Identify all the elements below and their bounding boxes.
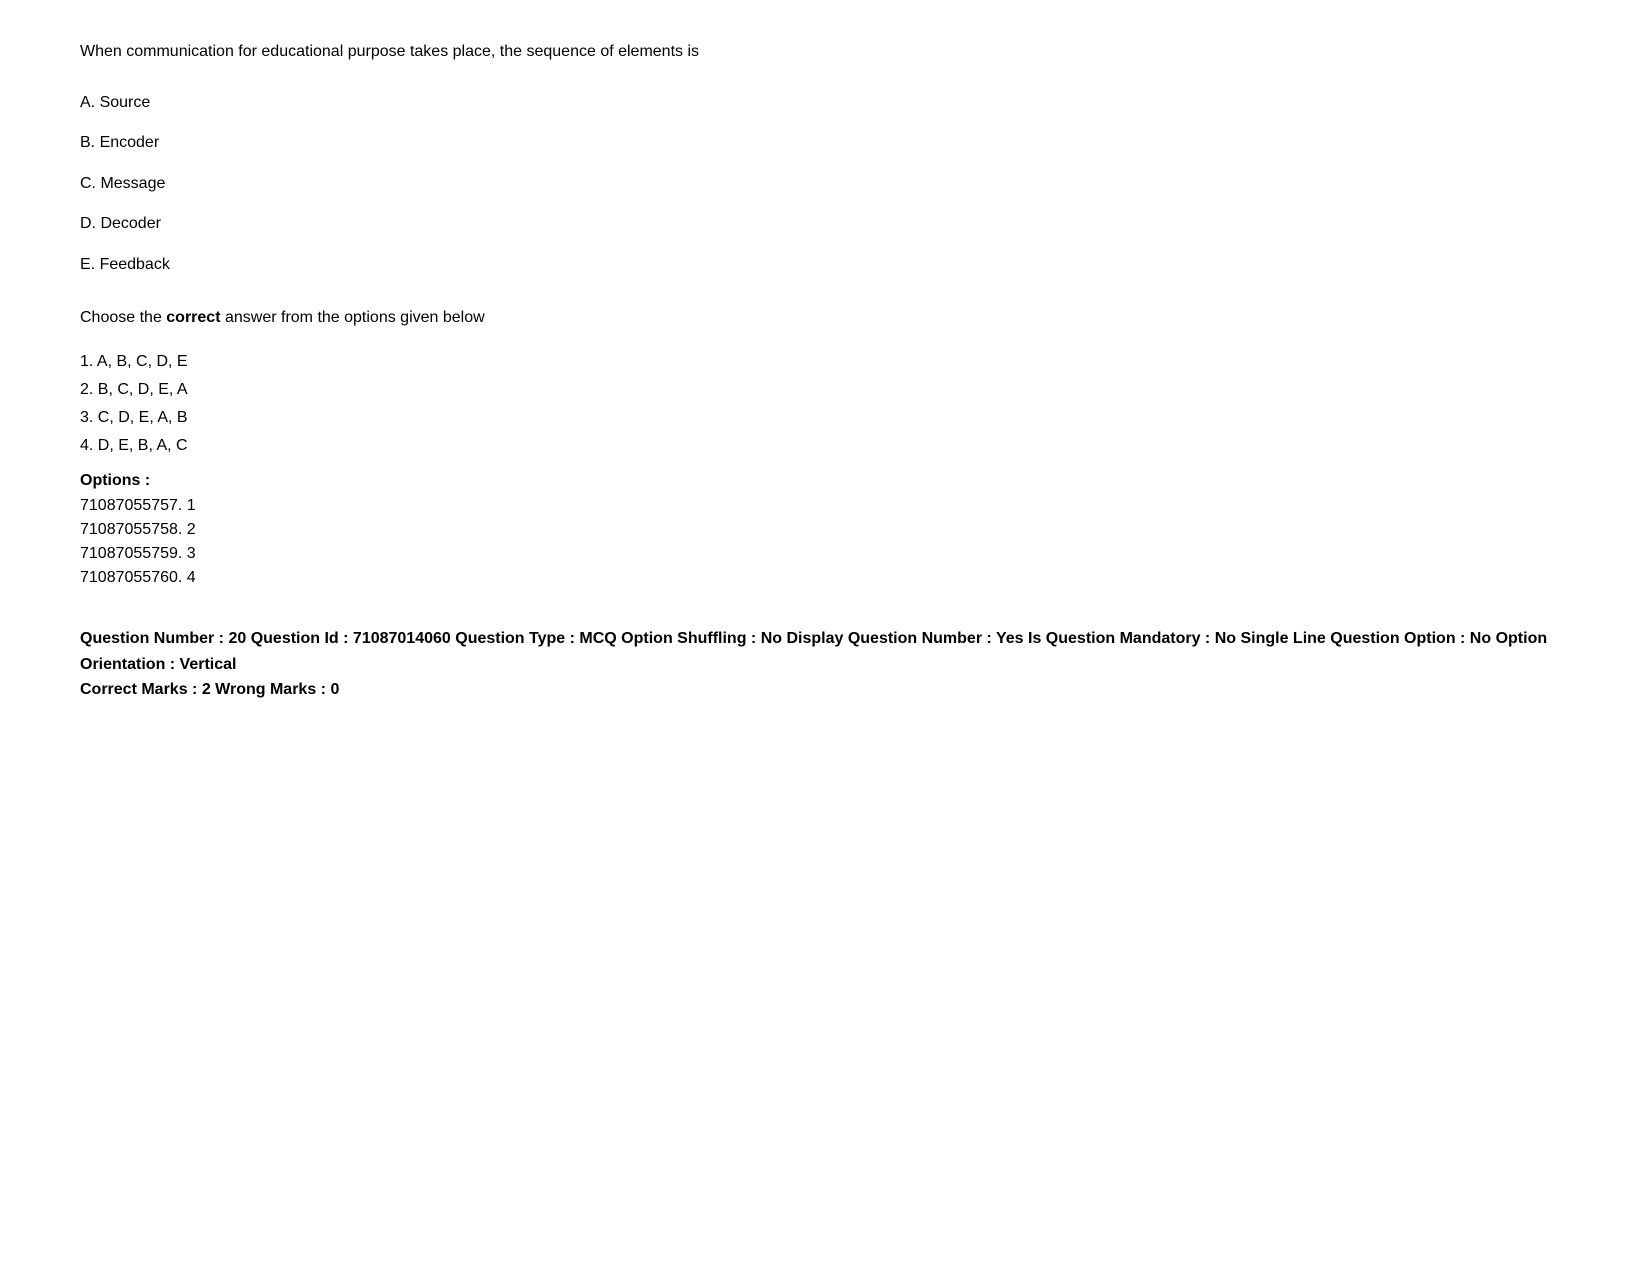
question-text: When communication for educational purpo… bbox=[80, 40, 1570, 64]
choose-plain: Choose the bbox=[80, 309, 166, 326]
option-a: A. Source bbox=[80, 92, 1570, 114]
option-id-3: 71087055759. 3 bbox=[80, 542, 1570, 566]
meta-info: Question Number : 20 Question Id : 71087… bbox=[80, 626, 1570, 703]
option-d: D. Decoder bbox=[80, 213, 1570, 235]
choose-after: answer from the options given below bbox=[221, 309, 485, 326]
option-id-4: 71087055760. 4 bbox=[80, 566, 1570, 590]
option-e: E. Feedback bbox=[80, 254, 1570, 276]
options-section: Options : 71087055757. 1 71087055758. 2 … bbox=[80, 472, 1570, 590]
answer-option-3: 3. C, D, E, A, B bbox=[80, 406, 1570, 430]
option-id-2: 71087055758. 2 bbox=[80, 518, 1570, 542]
option-b: B. Encoder bbox=[80, 132, 1570, 154]
option-id-1: 71087055757. 1 bbox=[80, 494, 1570, 518]
choose-bold: correct bbox=[166, 309, 220, 326]
answer-option-1: 1. A, B, C, D, E bbox=[80, 350, 1570, 374]
answer-option-2: 2. B, C, D, E, A bbox=[80, 378, 1570, 402]
meta-line2: Correct Marks : 2 Wrong Marks : 0 bbox=[80, 677, 1570, 703]
answer-option-4: 4. D, E, B, A, C bbox=[80, 434, 1570, 458]
choose-instruction: Choose the correct answer from the optio… bbox=[80, 306, 1570, 330]
options-label: Options : bbox=[80, 472, 1570, 490]
meta-line1: Question Number : 20 Question Id : 71087… bbox=[80, 626, 1570, 677]
option-c: C. Message bbox=[80, 173, 1570, 195]
